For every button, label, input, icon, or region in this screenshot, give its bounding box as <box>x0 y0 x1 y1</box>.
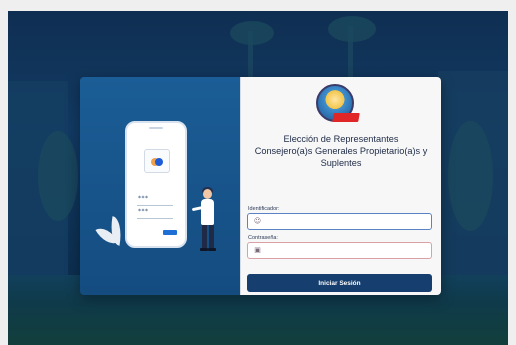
login-form-panel: Elección de Representantes Consejero(a)s… <box>240 77 441 295</box>
user-circle-icon: ☺ <box>253 217 262 225</box>
lock-icon: ▣ <box>254 246 261 254</box>
phone-notch <box>149 127 163 129</box>
background-tree <box>448 121 493 231</box>
password-label: Contraseña: <box>248 235 278 241</box>
illustration-panel: *** *** <box>80 77 240 295</box>
phone-button <box>163 230 177 235</box>
login-button[interactable]: Iniciar Sesión <box>247 274 432 292</box>
form-title-line: Elección de Representantes <box>283 134 399 144</box>
identifier-field-wrapper[interactable]: ☺ <box>247 213 432 230</box>
background-tree <box>38 131 78 221</box>
page-background: *** *** Elección de Representantes Conse… <box>8 11 508 345</box>
password-field-wrapper[interactable]: ▣ <box>247 242 432 259</box>
background-palm-leaves <box>230 21 274 45</box>
form-title-line: Consejero(a)s Generales Propietario(a)s … <box>254 146 428 156</box>
phone-input-line <box>137 205 173 206</box>
person-head <box>203 189 212 199</box>
phone-illustration: *** *** <box>125 121 187 248</box>
logo-dot <box>155 158 163 166</box>
phone-password-stars: *** <box>138 195 149 202</box>
phone-input-line <box>137 218 173 219</box>
form-title: Elección de Representantes Consejero(a)s… <box>247 133 435 169</box>
form-title-line: Suplentes <box>320 158 362 168</box>
login-card: *** *** Elección de Representantes Conse… <box>80 77 441 295</box>
identifier-label: Identificador: <box>248 206 280 212</box>
person-leg <box>202 225 207 249</box>
institution-logo-badge <box>332 113 360 122</box>
phone-password-stars: *** <box>138 208 149 215</box>
person-leg <box>209 225 214 249</box>
person-shoe <box>208 248 216 251</box>
person-shoe <box>200 248 208 251</box>
identifier-input[interactable] <box>265 218 425 225</box>
person-body <box>201 199 214 225</box>
phone-logo-box <box>144 149 170 173</box>
background-palm-leaves <box>328 16 376 42</box>
password-input[interactable] <box>265 247 425 254</box>
